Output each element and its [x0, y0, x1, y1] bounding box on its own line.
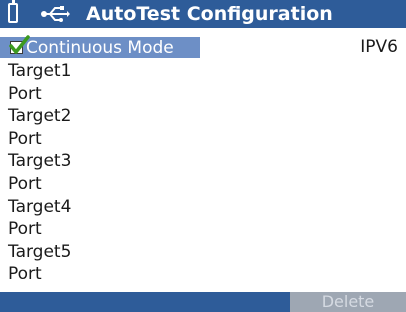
target-2-port-item[interactable]: Port — [8, 128, 71, 151]
title-bar: AutoTest Configuration — [0, 0, 406, 28]
battery-icon — [8, 0, 18, 23]
target-5-port-item[interactable]: Port — [8, 263, 71, 286]
target-1-item[interactable]: Target1 — [8, 60, 71, 83]
target-4-item[interactable]: Target4 — [8, 196, 71, 219]
target-4-port-item[interactable]: Port — [8, 218, 71, 241]
target-1-port-item[interactable]: Port — [8, 83, 71, 106]
page-title: AutoTest Configuration — [86, 3, 333, 25]
continuous-mode-row[interactable]: Continuous Mode — [0, 35, 200, 58]
target-3-item[interactable]: Target3 — [8, 150, 71, 173]
softkey-bar: Delete — [0, 292, 406, 312]
ip-version-value[interactable]: IPV6 — [360, 37, 398, 57]
target-2-item[interactable]: Target2 — [8, 105, 71, 128]
continuous-mode-label: Continuous Mode — [26, 38, 174, 58]
usb-icon — [41, 6, 70, 22]
delete-button[interactable]: Delete — [290, 292, 406, 312]
target-5-item[interactable]: Target5 — [8, 241, 71, 264]
target-list: Target1 Port Target2 Port Target3 Port T… — [8, 60, 71, 286]
target-3-port-item[interactable]: Port — [8, 173, 71, 196]
